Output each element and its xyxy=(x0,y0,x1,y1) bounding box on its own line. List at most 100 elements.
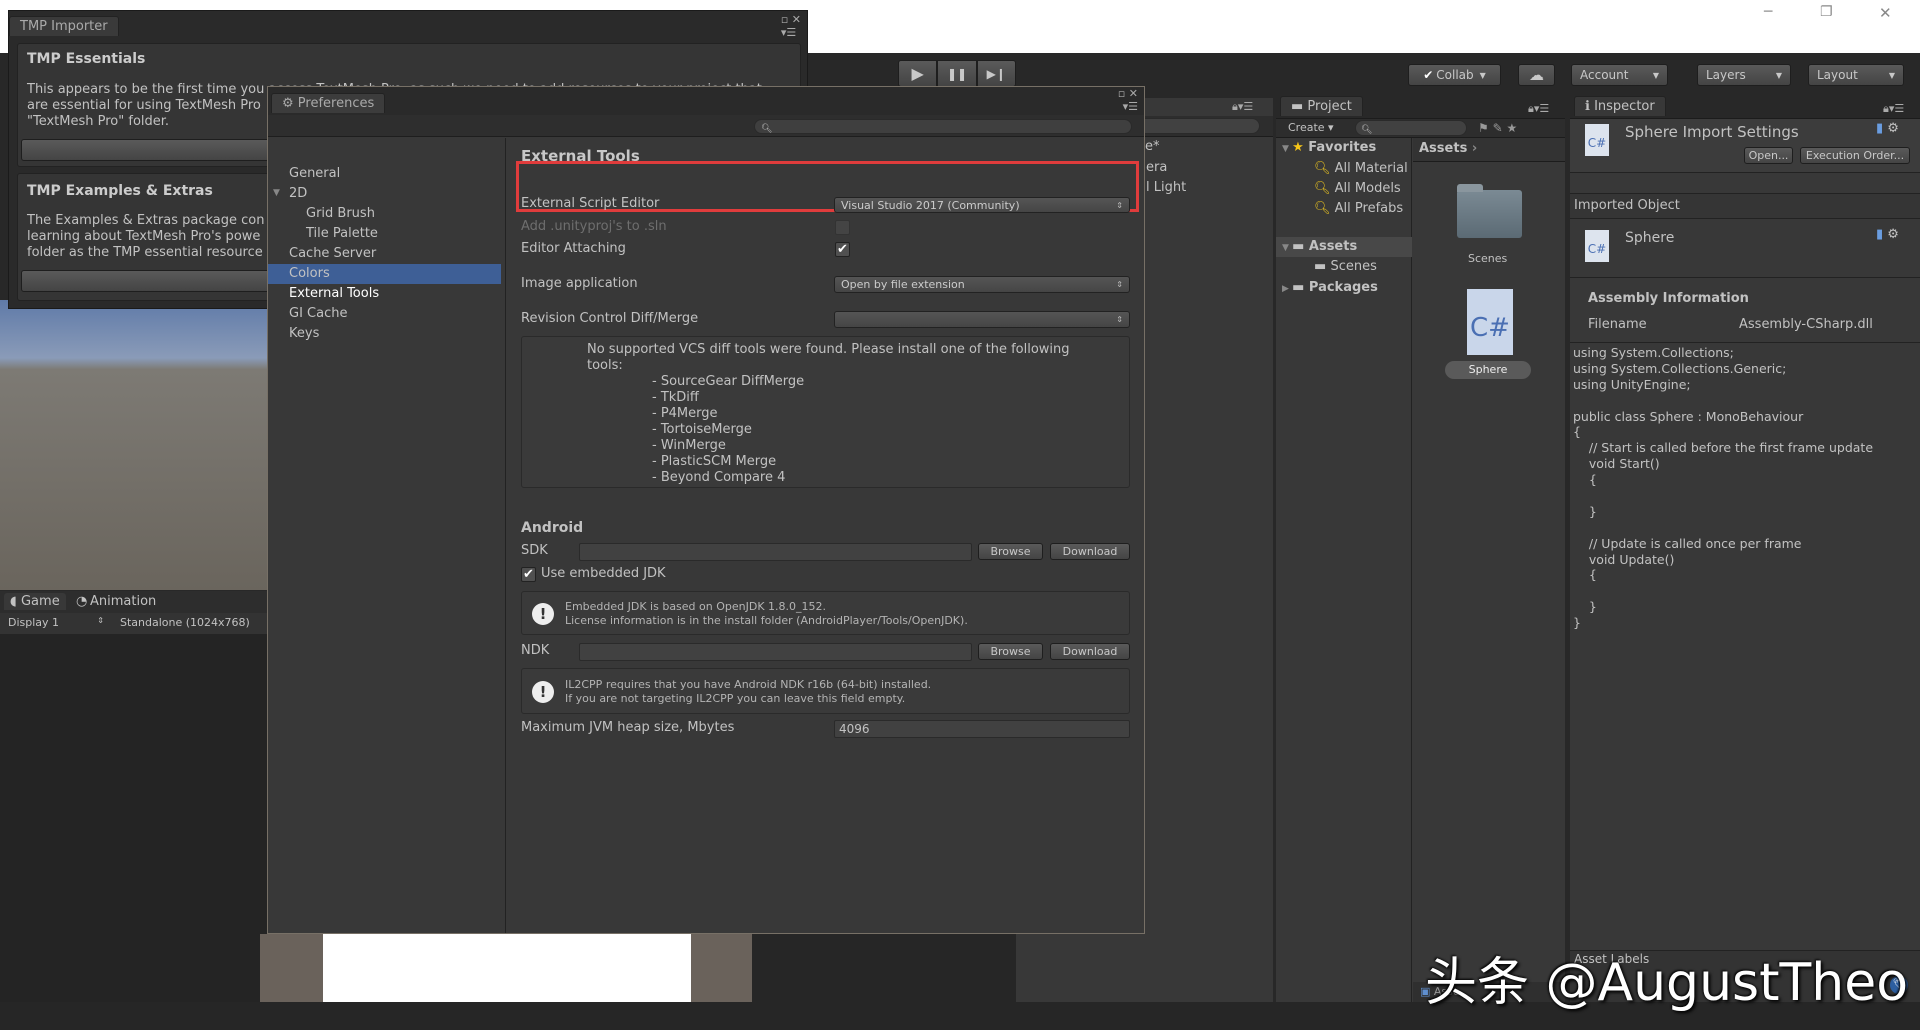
android-title: Android xyxy=(521,520,584,536)
sdk-field[interactable] xyxy=(579,543,972,561)
csharp-file-icon[interactable]: C# xyxy=(1467,289,1513,355)
jvm-heap-label: Maximum JVM heap size, Mbytes xyxy=(521,720,735,735)
image-application-dropdown[interactable]: Open by file extension ⇕ xyxy=(834,276,1130,293)
account-dropdown[interactable]: Account ▼ xyxy=(1571,64,1668,86)
preferences-search[interactable]: 🔍︎ xyxy=(754,119,1132,134)
hierarchy-item[interactable]: era xyxy=(1146,160,1167,175)
layout-dropdown[interactable]: Layout ▼ xyxy=(1808,64,1904,86)
code-line: using System.Collections; xyxy=(1573,345,1734,360)
code-preview: using System.Collections; using System.Co… xyxy=(1573,345,1918,631)
assets-breadcrumb[interactable]: Assets › xyxy=(1419,141,1477,156)
nav-item-tile-palette[interactable]: Tile Palette xyxy=(306,226,378,241)
editor-attaching-label: Editor Attaching xyxy=(521,241,626,256)
editor-attaching-checkbox[interactable]: ✔ xyxy=(835,242,850,257)
nav-item-gi-cache[interactable]: GI Cache xyxy=(289,306,347,321)
tab-animation[interactable]: ◔ Animation xyxy=(60,594,156,609)
minimize-button[interactable]: ─ xyxy=(1764,4,1772,20)
assembly-info-title: Assembly Information xyxy=(1588,291,1749,306)
window-menu-icon[interactable]: ▫ ✕ ▾☰ xyxy=(1118,87,1138,113)
tmp-importer-tab[interactable]: TMP Importer xyxy=(9,16,119,36)
code-line: // Start is called before the first fram… xyxy=(1573,440,1874,456)
folder-tab xyxy=(1457,184,1483,192)
search-icon: 🔍︎ xyxy=(1314,181,1331,196)
code-line: { xyxy=(1573,424,1581,440)
extras-line-3: folder as the TMP essential resource xyxy=(27,245,263,260)
cloud-button[interactable]: ☁ xyxy=(1518,64,1555,86)
execution-order-button[interactable]: Execution Order... xyxy=(1800,147,1910,164)
warning-icon: ! xyxy=(532,681,554,703)
code-line: { xyxy=(1573,472,1597,488)
nav-item-keys[interactable]: Keys xyxy=(289,326,319,341)
help-gear-icons[interactable]: ▮ ⚙ xyxy=(1876,227,1899,242)
window-menu-icon[interactable]: ▫ ✕ ▾☰ xyxy=(781,13,801,39)
nav-item-grid-brush[interactable]: Grid Brush xyxy=(306,206,375,221)
jdk-info-line: Embedded JDK is based on OpenJDK 1.8.0_1… xyxy=(565,600,827,613)
revision-control-dropdown[interactable]: ⇕ xyxy=(834,311,1130,328)
sdk-browse-button[interactable]: Browse xyxy=(978,543,1043,560)
ndk-info-line: If you are not targeting IL2CPP you can … xyxy=(565,692,906,705)
sdk-download-button[interactable]: Download xyxy=(1050,543,1130,560)
project-menu-icon[interactable]: 🔒︎▾☰ xyxy=(1528,102,1549,116)
filter-icons[interactable]: ⚑ ✎ ★ xyxy=(1478,121,1517,135)
scenes-folder-icon[interactable] xyxy=(1457,190,1522,238)
add-unityproj-checkbox[interactable] xyxy=(835,220,850,235)
preferences-tab[interactable]: ⚙ Preferences xyxy=(271,93,386,113)
ndk-info-line: IL2CPP requires that you have Android ND… xyxy=(565,678,932,691)
revision-control-label: Revision Control Diff/Merge xyxy=(521,311,699,326)
help-gear-icons[interactable]: ▮ ⚙ xyxy=(1876,121,1899,136)
code-line: { xyxy=(1573,567,1597,583)
assets-node[interactable]: ▼ ▬ Assets xyxy=(1282,239,1357,254)
ndk-download-button[interactable]: Download xyxy=(1050,643,1130,660)
restore-button[interactable]: ❐ xyxy=(1820,4,1833,20)
scene-view[interactable] xyxy=(0,300,267,590)
imported-object-label: Imported Object xyxy=(1574,198,1680,213)
tab-inspector[interactable]: ℹ Inspector xyxy=(1574,96,1666,116)
nav-item-external-tools[interactable]: External Tools xyxy=(289,286,379,301)
folder-icon: ▬ xyxy=(1292,239,1305,254)
external-script-editor-dropdown[interactable]: Visual Studio 2017 (Community) ⇕ xyxy=(834,197,1130,213)
scenes-node[interactable]: ▬ Scenes xyxy=(1314,259,1377,274)
vcs-message-box: No supported VCS diff tools were found. … xyxy=(521,336,1130,488)
tab-project[interactable]: ▬ Project xyxy=(1280,96,1363,116)
vcs-message-line: tools: xyxy=(587,358,623,373)
step-button[interactable]: ▶❙ xyxy=(976,60,1016,87)
nav-item-colors[interactable]: Colors xyxy=(289,266,330,281)
expand-arrow-icon[interactable]: ▼ xyxy=(273,188,280,198)
lock-icon[interactable]: 🔒︎▾☰ xyxy=(1232,100,1253,114)
essentials-title: TMP Essentials xyxy=(27,51,146,67)
nav-item-cache-server[interactable]: Cache Server xyxy=(289,246,376,261)
favorite-item[interactable]: 🔍︎ All Models xyxy=(1314,181,1401,196)
packages-node[interactable]: ▶ ▬ Packages xyxy=(1282,280,1378,295)
scene-title-fragment: e* xyxy=(1145,139,1160,154)
grid-item-label-selected[interactable]: Sphere xyxy=(1445,361,1531,379)
favorite-item[interactable]: 🔍︎ All Material xyxy=(1314,161,1408,176)
layers-dropdown[interactable]: Layers ▼ xyxy=(1697,64,1791,86)
favorites-node[interactable]: ▼ ★ Favorites xyxy=(1282,140,1376,155)
ndk-field[interactable] xyxy=(579,643,972,661)
resolution-select[interactable]: Standalone (1024x768) xyxy=(120,616,250,629)
preferences-titlebar xyxy=(268,87,1144,115)
play-button[interactable]: ▶ xyxy=(898,60,938,87)
open-button[interactable]: Open... xyxy=(1744,147,1793,164)
nav-item-general[interactable]: General xyxy=(289,166,340,181)
essentials-line-3: "TextMesh Pro" folder. xyxy=(27,114,170,129)
favorite-item[interactable]: 🔍︎ All Prefabs xyxy=(1314,201,1403,216)
close-button[interactable]: ✕ xyxy=(1879,4,1892,22)
use-embedded-jdk-checkbox[interactable]: ✔ xyxy=(521,567,536,582)
create-dropdown[interactable]: Create ▾ xyxy=(1288,121,1334,134)
collab-dropdown[interactable]: ✔ Collab ▼ xyxy=(1408,64,1501,86)
account-label: Account xyxy=(1580,68,1629,82)
use-embedded-jdk-label: Use embedded JDK xyxy=(541,566,666,581)
inspector-menu-icon[interactable]: 🔒︎▾☰ xyxy=(1883,102,1904,116)
ndk-browse-button[interactable]: Browse xyxy=(978,643,1043,660)
hierarchy-item[interactable]: l Light xyxy=(1146,180,1186,195)
pause-button[interactable]: ❚❚ xyxy=(937,60,977,87)
jvm-heap-field[interactable]: 4096 xyxy=(834,720,1130,738)
separator xyxy=(1570,342,1920,343)
project-search[interactable]: 🔍︎ xyxy=(1355,120,1467,136)
search-icon: 🔍︎ xyxy=(1361,125,1373,135)
tab-game[interactable]: ◖ Game xyxy=(4,593,66,610)
nav-item-2d[interactable]: 2D xyxy=(289,186,307,201)
display-select[interactable]: Display 1 ⇕ xyxy=(8,616,104,629)
